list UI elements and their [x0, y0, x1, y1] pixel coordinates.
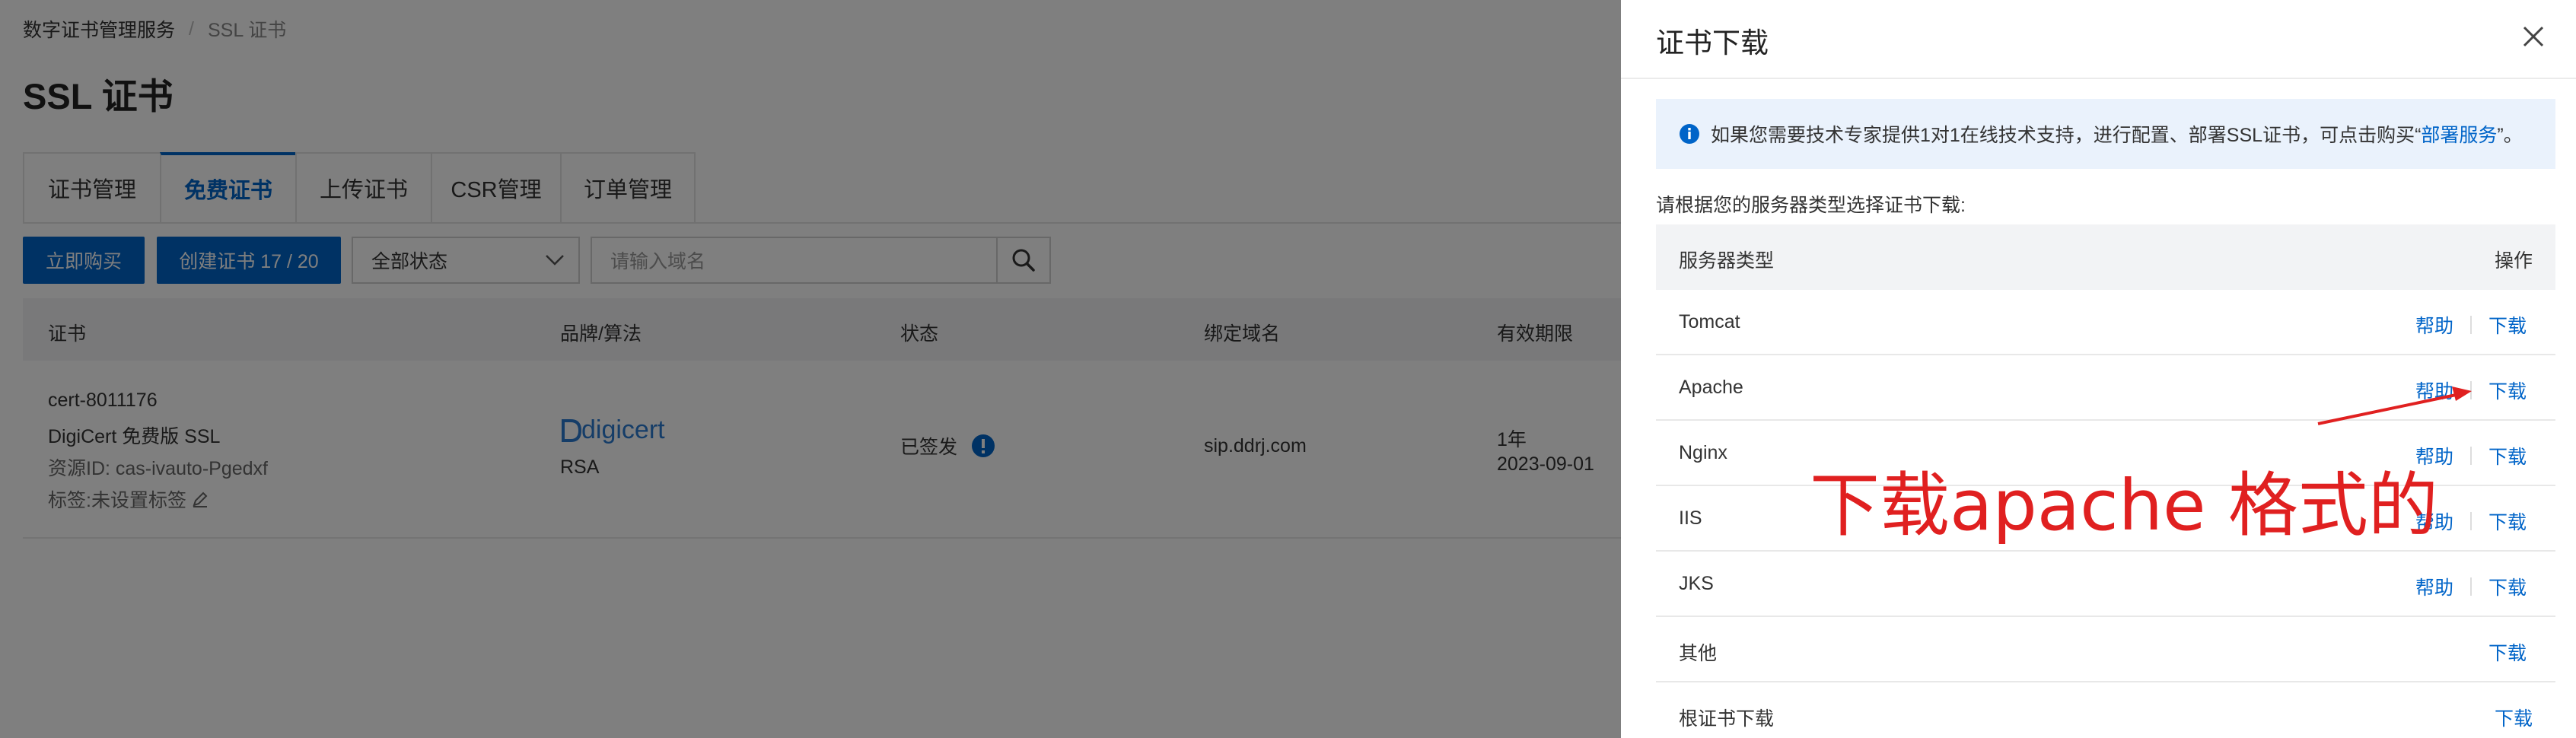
server-name: 根证书下载: [1679, 708, 1775, 730]
server-name: 其他: [1679, 643, 1718, 664]
server-row-apache: Apache 帮助 下载: [1656, 355, 2555, 421]
close-icon[interactable]: [2517, 20, 2550, 53]
deploy-service-link[interactable]: 部署服务: [2421, 120, 2497, 148]
download-link[interactable]: 下载: [2488, 573, 2527, 600]
help-link[interactable]: 帮助: [2415, 311, 2453, 339]
cert-download-drawer: 证书下载 如果您需要技术专家提供1对1在线技术支持，进行配置、部署SSL证书，可…: [1621, 0, 2576, 738]
help-link[interactable]: 帮助: [2415, 573, 2453, 600]
divider: [2469, 381, 2472, 399]
divider: [2469, 447, 2472, 465]
modal-overlay[interactable]: [0, 0, 1621, 738]
server-row-root-cert: 根证书下载 下载: [1656, 682, 2555, 738]
server-row-tomcat: Tomcat 帮助 下载: [1656, 290, 2555, 355]
col-server-type: 服务器类型: [1679, 250, 1775, 272]
download-link[interactable]: 下载: [2488, 638, 2527, 666]
download-link[interactable]: 下载: [2495, 704, 2533, 731]
server-name: Nginx: [1679, 442, 1727, 463]
server-name: Tomcat: [1679, 311, 1740, 332]
help-link[interactable]: 帮助: [2415, 377, 2453, 404]
server-row-jks: JKS 帮助 下载: [1656, 552, 2555, 617]
download-link[interactable]: 下载: [2488, 311, 2527, 339]
server-row-other: 其他 下载: [1656, 617, 2555, 682]
server-name: IIS: [1679, 507, 1702, 529]
divider: [2469, 512, 2472, 530]
download-link[interactable]: 下载: [2488, 377, 2527, 404]
server-name: JKS: [1679, 573, 1714, 594]
server-name: Apache: [1679, 377, 1743, 398]
divider: [2469, 577, 2472, 596]
drawer-title: 证书下载: [1656, 27, 1769, 59]
annotation-text: 下载apache 格式的: [1810, 465, 2438, 546]
download-link[interactable]: 下载: [2488, 507, 2527, 535]
download-table-header: 服务器类型 操作: [1656, 224, 2555, 290]
support-notice: 如果您需要技术专家提供1对1在线技术支持，进行配置、部署SSL证书，可点击购买“…: [1656, 99, 2555, 169]
notice-suffix: ”。: [2497, 125, 2523, 146]
col-operations: 操作: [2494, 250, 2533, 272]
divider: [2469, 316, 2472, 334]
info-icon: [1680, 124, 1699, 144]
notice-text: 如果您需要技术专家提供1对1在线技术支持，进行配置、部署SSL证书，可点击购买“: [1711, 125, 2422, 146]
drawer-header: 证书下载: [1621, 0, 2576, 79]
download-link[interactable]: 下载: [2488, 442, 2527, 469]
download-instruction: 请根据您的服务器类型选择证书下载:: [1656, 195, 1966, 216]
